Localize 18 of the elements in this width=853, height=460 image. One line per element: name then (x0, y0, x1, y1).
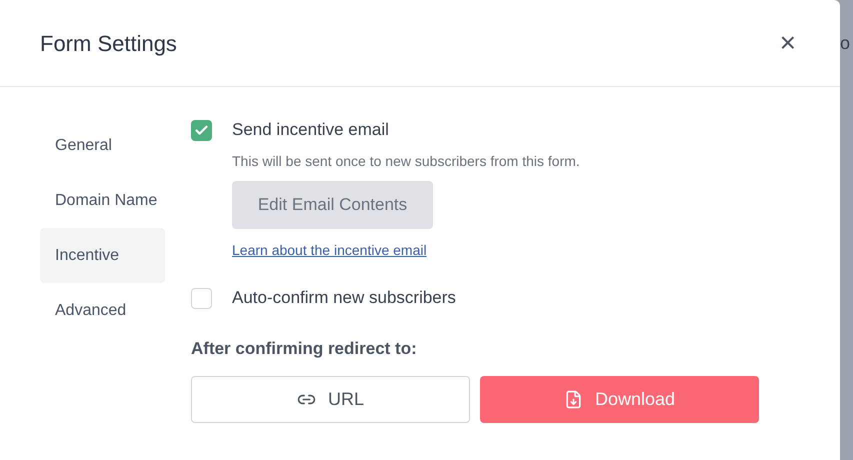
sidebar-item[interactable]: General (40, 118, 165, 173)
checkbox-label: Auto-confirm new subscribers (232, 287, 456, 310)
section-label: After confirming redirect to: (191, 338, 418, 360)
sidebar-item[interactable]: Incentive (40, 228, 165, 283)
checkbox[interactable] (191, 288, 212, 308)
sidebar-item[interactable]: Advanced (40, 283, 165, 338)
close-button[interactable]: × (780, 29, 800, 57)
background-text: o (840, 33, 850, 53)
check-icon (194, 122, 209, 138)
checkbox[interactable] (191, 120, 212, 140)
dialog-title: Form Settings (40, 30, 177, 58)
learn-link[interactable]: Learn about the incentive email (232, 240, 427, 261)
sidebar-item[interactable]: Domain Name (40, 173, 172, 228)
checkbox-label: Send incentive email (232, 119, 389, 142)
redirect-option[interactable]: URL (191, 376, 470, 422)
hint-text: This will be sent once to new subscribers from this form. (232, 152, 580, 171)
file-download-icon (564, 390, 583, 408)
edit-email-button[interactable]: Edit Email Contents (232, 181, 433, 229)
